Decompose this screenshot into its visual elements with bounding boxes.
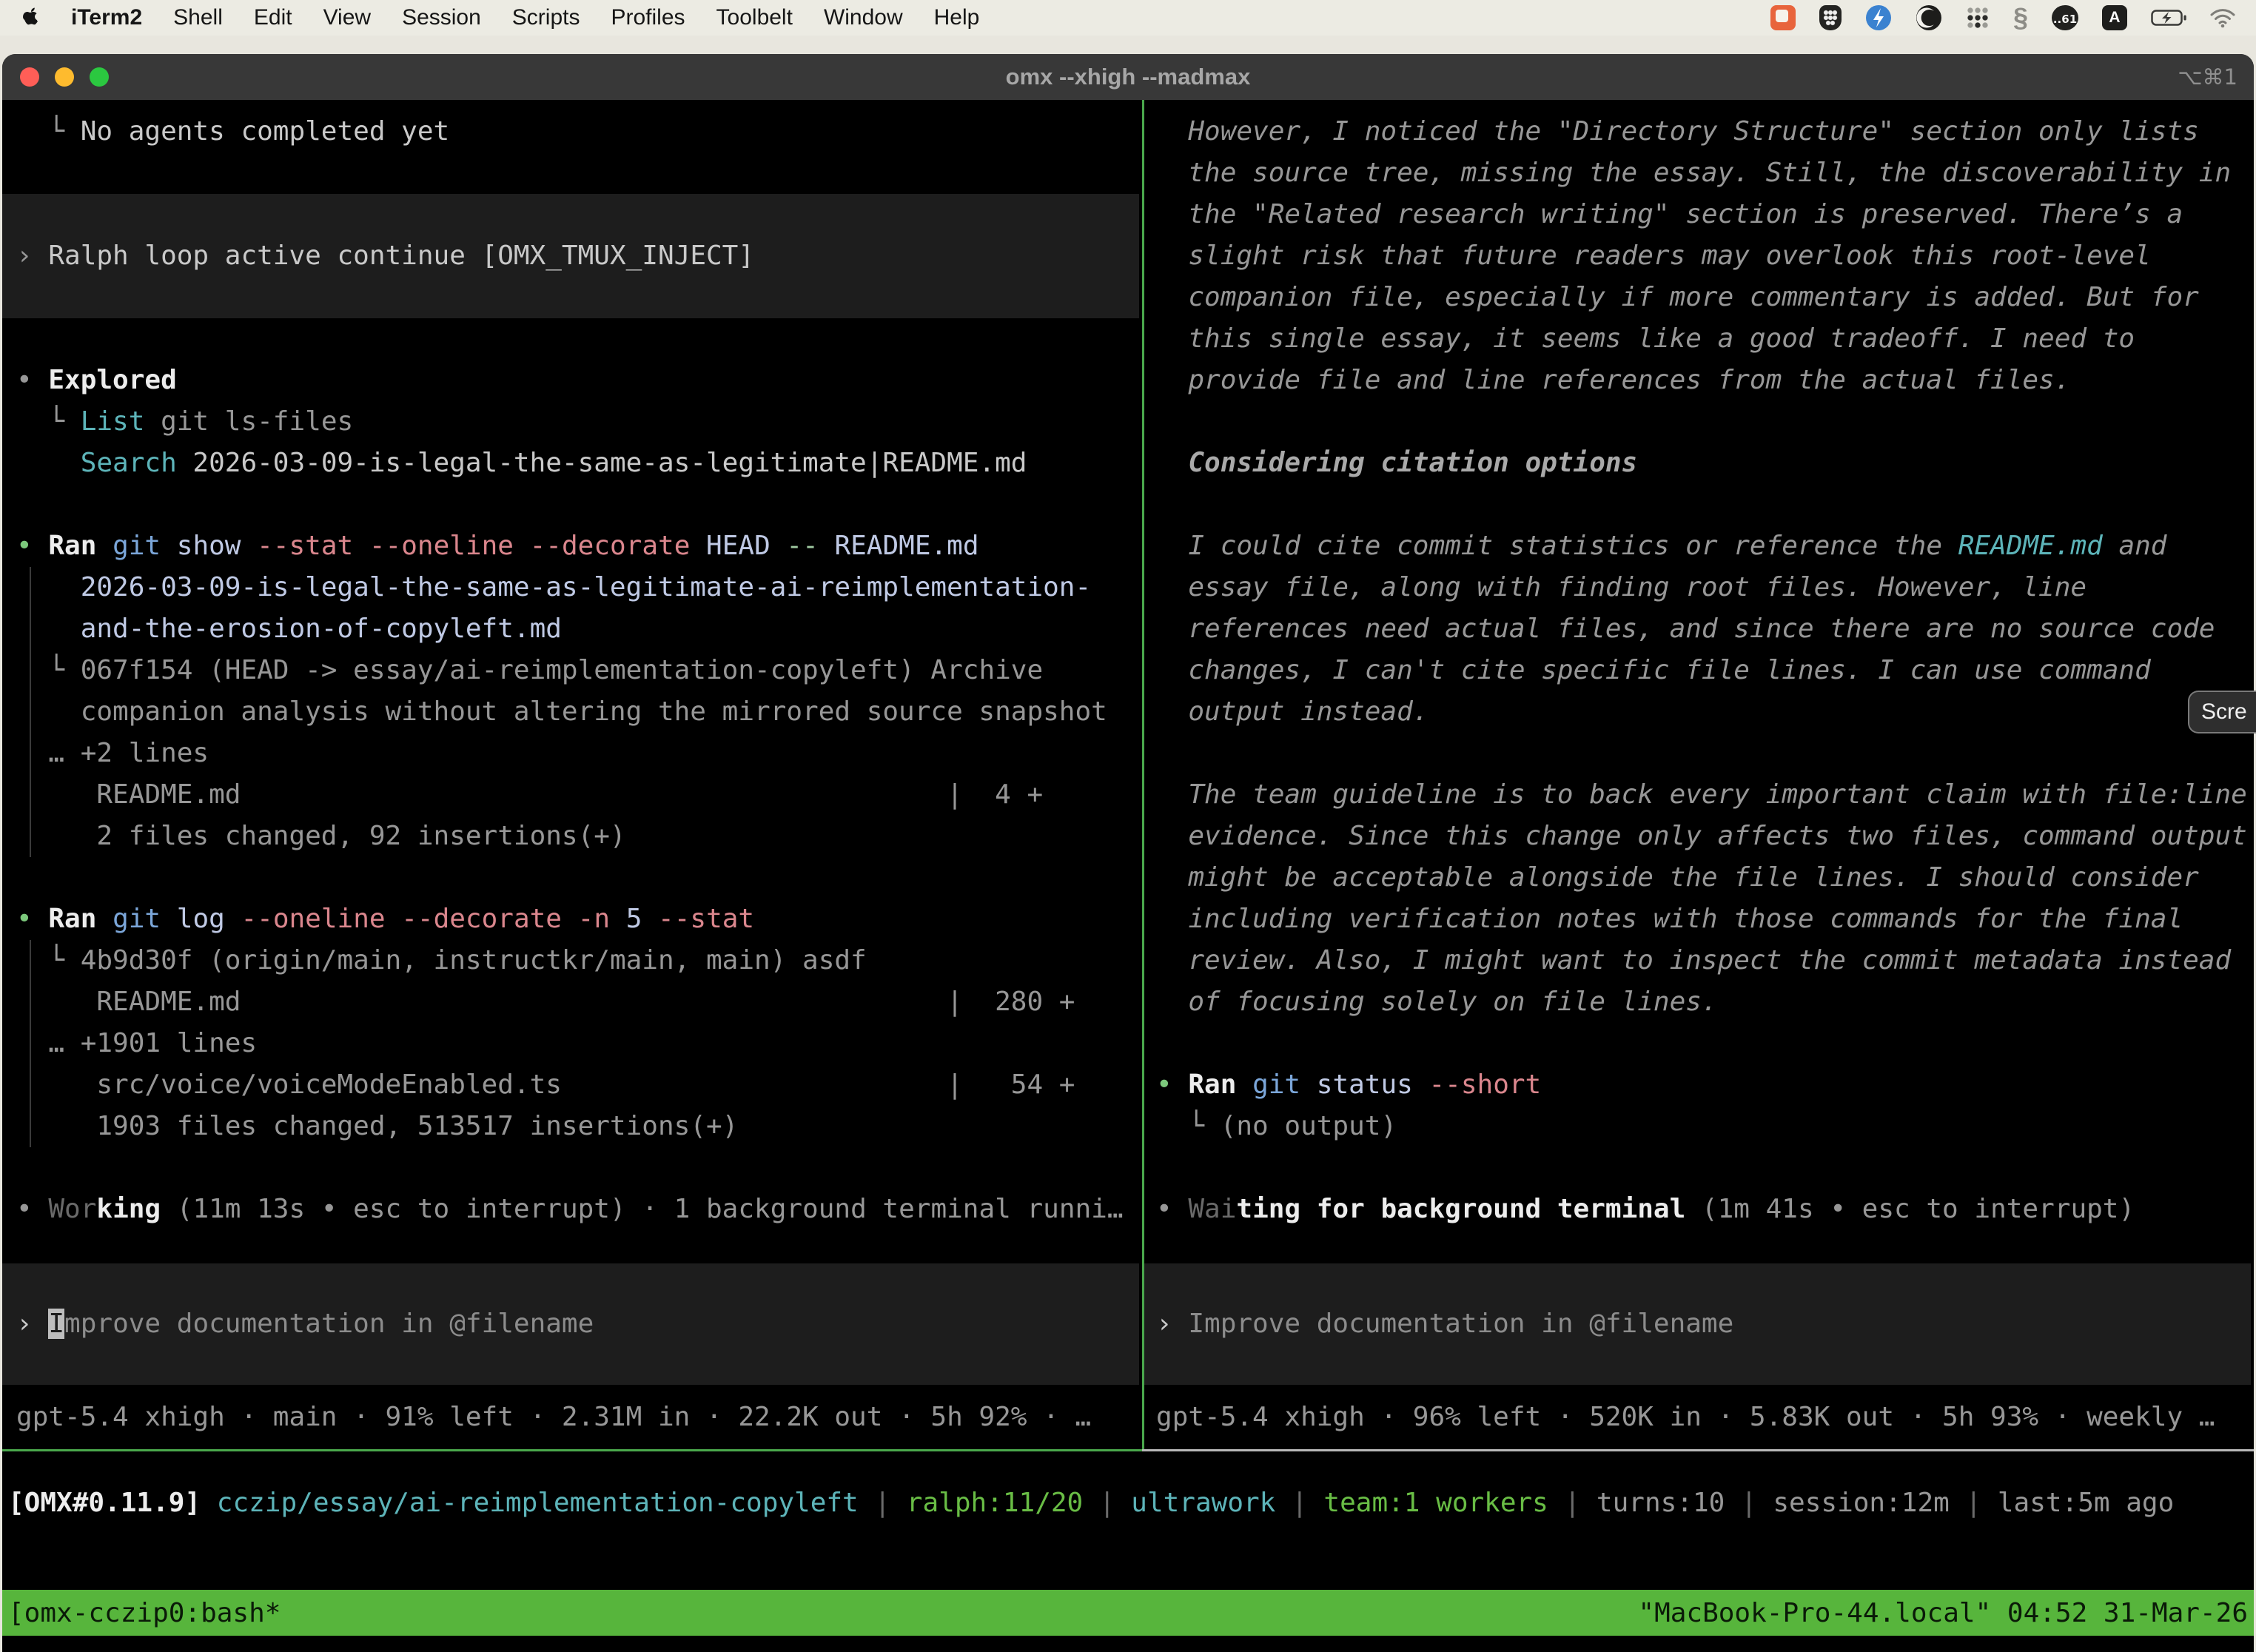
terminal-line: └ No agents completed yet xyxy=(2,111,1142,152)
terminal-line: • Ran git status --short xyxy=(1144,1064,2254,1106)
terminal-line: 1903 files changed, 513517 insertions(+) xyxy=(2,1106,1142,1147)
menu-item-view[interactable]: View xyxy=(323,5,371,30)
menu-item-help[interactable]: Help xyxy=(934,5,980,30)
prompt-input[interactable]: › Improve documentation in @filename xyxy=(2,1263,1139,1385)
terminal-line: including verification notes with those … xyxy=(1144,899,2254,940)
right-pane: However, I noticed the "Directory Struct… xyxy=(1144,100,2254,1449)
terminal-line: I could cite commit statistics or refere… xyxy=(1144,526,2254,567)
omx-status-line: [OMX#0.11.9] cczip/essay/ai-reimplementa… xyxy=(2,1451,2254,1524)
tmux-status-bar: [omx-cczip0:bash* "MacBook-Pro-44.local"… xyxy=(2,1590,2254,1636)
terminal-line: The team guideline is to back every impo… xyxy=(1144,774,2254,816)
screen-share-chip[interactable]: Scre xyxy=(2188,691,2256,733)
terminal-line: references need actual files, and since … xyxy=(1144,608,2254,650)
terminal-blank-line xyxy=(1144,1023,2254,1064)
terminal-blank-line xyxy=(2,318,1142,360)
terminal-line: └ 067f154 (HEAD -> essay/ai-reimplementa… xyxy=(2,650,1142,691)
s-curve-icon[interactable]: § xyxy=(2013,4,2028,31)
terminal-blank-line xyxy=(2,1147,1142,1189)
terminal-line: evidence. Since this change only affects… xyxy=(1144,816,2254,857)
shield-keypad-icon[interactable] xyxy=(1819,5,1842,30)
menu-item-window[interactable]: Window xyxy=(824,5,903,30)
terminal-line: Considering citation options xyxy=(1144,443,2254,484)
menu-item-scripts[interactable]: Scripts xyxy=(512,5,580,30)
title-bar[interactable]: omx --xhigh --madmax ⌥⌘1 xyxy=(2,54,2254,100)
prompt-input[interactable]: › Ralph loop active continue [OMX_TMUX_I… xyxy=(2,194,1139,318)
terminal-line: … +2 lines xyxy=(2,733,1142,774)
omx-status-area: [OMX#0.11.9] cczip/essay/ai-reimplementa… xyxy=(2,1451,2254,1590)
terminal-line: 2 files changed, 92 insertions(+) xyxy=(2,816,1142,857)
terminal-blank-line xyxy=(2,857,1142,899)
terminal-line: However, I noticed the "Directory Struct… xyxy=(1144,111,2254,152)
terminal-line: • Ran git show --stat --oneline --decora… xyxy=(2,526,1142,567)
menu-item-session[interactable]: Session xyxy=(402,5,481,30)
terminal-line: this single essay, it seems like a good … xyxy=(1144,318,2254,360)
menu-item-shell[interactable]: Shell xyxy=(173,5,223,30)
terminal-line: of focusing solely on file lines. xyxy=(1144,981,2254,1023)
input-source-a-icon[interactable]: A xyxy=(2102,5,2127,30)
terminal-line: output instead. xyxy=(1144,691,2254,733)
apple-menu-icon[interactable] xyxy=(22,7,40,28)
terminal-blank-line xyxy=(1144,733,2254,774)
moon-circle-icon[interactable] xyxy=(1916,4,1942,31)
badge-61-icon[interactable]: ..61 xyxy=(2052,5,2078,30)
battery-icon[interactable] xyxy=(2151,9,2186,27)
wifi-icon[interactable] xyxy=(2210,8,2235,28)
terminal-line: gpt-5.4 xhigh · main · 91% left · 2.31M … xyxy=(2,1397,1142,1438)
terminal-line: and-the-erosion-of-copyleft.md xyxy=(2,608,1142,650)
terminal-line: companion file, especially if more comme… xyxy=(1144,277,2254,318)
menu-bar: iTerm2 Shell Edit View Session Scripts P… xyxy=(0,0,2256,36)
bottom-strip xyxy=(2,1636,2254,1652)
tmux-session-label: [omx-cczip0:bash* xyxy=(8,1598,281,1628)
terminal-line: src/voice/voiceModeEnabled.ts | 54 + xyxy=(2,1064,1142,1106)
terminal-blank-line xyxy=(1144,1147,2254,1189)
terminal-line: companion analysis without altering the … xyxy=(2,691,1142,733)
terminal-line: • Working (11m 13s • esc to interrupt) ·… xyxy=(2,1189,1142,1230)
terminal-line: • Explored xyxy=(2,360,1142,401)
dots-grid-icon[interactable] xyxy=(1966,6,1990,30)
terminal-line: might be acceptable alongside the file l… xyxy=(1144,857,2254,899)
menu-item-edit[interactable]: Edit xyxy=(254,5,292,30)
terminal-blank-line xyxy=(2,484,1142,526)
left-pane: └ No agents completed yet › Ralph loop ac… xyxy=(2,100,1142,1449)
terminal-blank-line xyxy=(2,152,1142,194)
window-title: omx --xhigh --madmax xyxy=(2,64,2254,90)
menu-item-toolbelt[interactable]: Toolbelt xyxy=(716,5,793,30)
terminal-line: README.md | 4 + xyxy=(2,774,1142,816)
terminal-line: • Ran git log --oneline --decorate -n 5 … xyxy=(2,899,1142,940)
terminal-blank-line xyxy=(1144,401,2254,443)
screen: iTerm2 Shell Edit View Session Scripts P… xyxy=(0,0,2256,1652)
menu-item-profiles[interactable]: Profiles xyxy=(611,5,685,30)
terminal-area: └ No agents completed yet › Ralph loop ac… xyxy=(2,100,2254,1449)
terminal-line: the "Related research writing" section i… xyxy=(1144,194,2254,235)
terminal-line: └ (no output) xyxy=(1144,1106,2254,1147)
terminal-line: Search 2026-03-09-is-legal-the-same-as-l… xyxy=(2,443,1142,484)
terminal-line: README.md | 280 + xyxy=(2,981,1142,1023)
terminal-blank-line xyxy=(1144,484,2254,526)
terminal-line: changes, I can't cite specific file line… xyxy=(1144,650,2254,691)
terminal-line: review. Also, I might want to inspect th… xyxy=(1144,940,2254,981)
prompt-input[interactable]: › Improve documentation in @filename xyxy=(1144,1263,2251,1385)
terminal-line: essay file, along with finding root file… xyxy=(1144,567,2254,608)
terminal-line: … +1901 lines xyxy=(2,1023,1142,1064)
window-shortcut: ⌥⌘1 xyxy=(2178,64,2237,90)
pane-bottom-border xyxy=(2,1449,2254,1451)
bolt-circle-icon[interactable] xyxy=(1865,4,1892,31)
iterm-window: omx --xhigh --madmax ⌥⌘1 └ No agents com… xyxy=(2,54,2254,1652)
terminal-line: gpt-5.4 xhigh · 96% left · 520K in · 5.8… xyxy=(1144,1397,2254,1438)
terminal-line: provide file and line references from th… xyxy=(1144,360,2254,401)
tmux-host-clock: "MacBook-Pro-44.local" 04:52 31-Mar-26 xyxy=(1638,1598,2248,1628)
menu-item-iterm2[interactable]: iTerm2 xyxy=(71,5,142,30)
terminal-line: slight risk that future readers may over… xyxy=(1144,235,2254,277)
terminal-line: └ 4b9d30f (origin/main, instructkr/main,… xyxy=(2,940,1142,981)
terminal-line: the source tree, missing the essay. Stil… xyxy=(1144,152,2254,194)
terminal-line: 2026-03-09-is-legal-the-same-as-legitima… xyxy=(2,567,1142,608)
terminal-line: • Waiting for background terminal (1m 41… xyxy=(1144,1189,2254,1230)
recording-indicator-icon[interactable] xyxy=(1770,5,1796,30)
terminal-line: └ List git ls-files xyxy=(2,401,1142,443)
